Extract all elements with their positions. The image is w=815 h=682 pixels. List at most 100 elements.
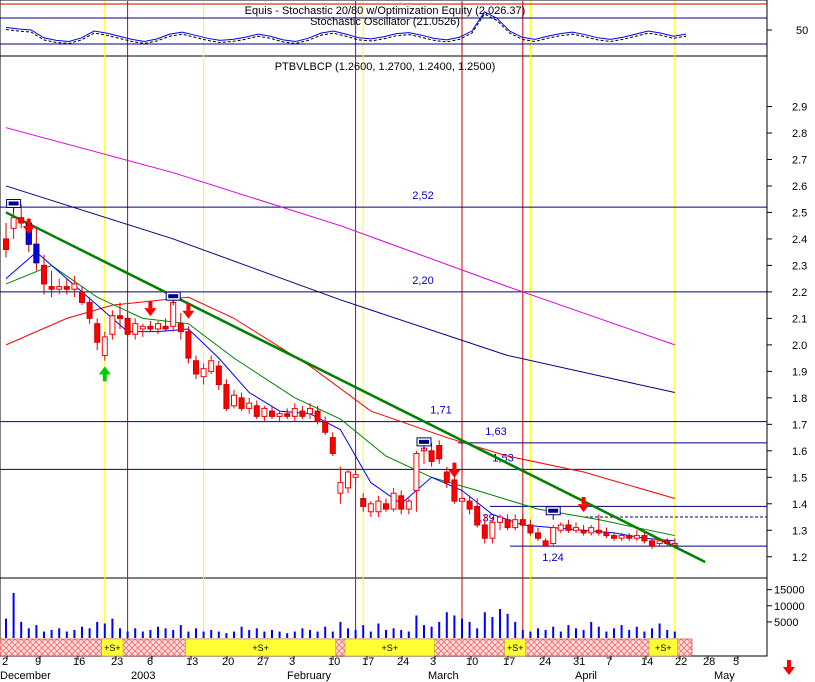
candle-body <box>41 264 47 285</box>
stochastic-title-line2: Stochastic Oscillator (21.0526) <box>310 16 460 28</box>
candle-body <box>557 524 564 531</box>
volume-bar <box>575 628 577 638</box>
volume-bar <box>544 629 547 638</box>
y-tick-label: 2.4 <box>792 234 807 246</box>
candle-body <box>223 384 230 409</box>
signal-band-label: +S+ <box>507 643 524 653</box>
volume-bar <box>582 629 585 638</box>
volume-bar <box>643 631 646 638</box>
volume-bar <box>499 609 501 638</box>
volume-bar <box>514 621 517 638</box>
volume-bar <box>635 626 638 638</box>
volume-bar <box>179 625 182 638</box>
volume-bar <box>27 628 30 638</box>
candle-body <box>413 452 420 492</box>
level-label: 1,63 <box>485 426 506 438</box>
y-tick-label: 2.8 <box>792 128 807 140</box>
volume-bar <box>423 625 425 638</box>
volume-bar <box>164 628 167 638</box>
volume-bar <box>96 621 99 638</box>
chart-canvas: 2,522,201,711,631,531,391,24 +S+ +S+ +S+ +S… <box>0 0 808 682</box>
candle-body <box>443 471 450 484</box>
candle-body <box>101 336 108 356</box>
volume-bar <box>20 621 23 638</box>
y-tick-label: 2.0 <box>792 340 807 352</box>
candle-body <box>641 535 648 542</box>
x-month-label: May <box>714 670 735 682</box>
volume-bar <box>453 615 456 638</box>
volume-bar <box>202 631 205 638</box>
candle-body <box>626 535 633 539</box>
candle-body <box>451 479 458 502</box>
x-month-label: April <box>575 670 597 682</box>
candle-body <box>352 474 359 478</box>
candle-body <box>147 325 154 330</box>
candle-body <box>109 315 116 335</box>
candle-body <box>170 301 177 327</box>
sell-arrow-shaft <box>186 303 191 311</box>
candle-body <box>671 543 678 546</box>
y-tick-label: 2.9 <box>792 101 807 113</box>
volume-bar <box>172 629 175 638</box>
y-tick-label: 1.8 <box>792 393 807 405</box>
candle-body <box>519 519 526 526</box>
x-day-label: 24 <box>397 656 409 668</box>
volume-bar <box>666 629 669 638</box>
candle-body <box>459 497 465 502</box>
buy-arrow-shaft <box>102 374 107 382</box>
volume-bar <box>377 623 380 638</box>
y-tick-label: 1.9 <box>792 366 807 378</box>
exit-marker-glyph <box>419 439 429 444</box>
volume-bar <box>673 631 676 638</box>
x-day-label: 13 <box>186 656 198 668</box>
x-day-label: 27 <box>257 656 269 668</box>
x-day-label: 2 <box>2 656 8 668</box>
volume-bar <box>35 625 38 638</box>
volume-bar <box>415 615 418 638</box>
candle-body <box>63 286 70 290</box>
volume-y-tick-label: 5000 <box>774 617 798 629</box>
level-label: 2,52 <box>412 190 433 202</box>
candle-body <box>428 450 435 462</box>
volume-bar <box>339 621 342 638</box>
x-month-label: 2003 <box>131 670 155 682</box>
volume-bar <box>65 631 68 638</box>
x-day-label: 28 <box>703 656 715 668</box>
x-day-label: 17 <box>362 656 374 668</box>
volume-y-tick-label: 10000 <box>774 601 805 613</box>
volume-bar <box>134 628 137 638</box>
volume-bar <box>385 629 387 638</box>
candle-body <box>633 535 640 539</box>
candle-body <box>329 437 336 454</box>
candle-body <box>527 524 534 534</box>
volume-bar <box>552 626 555 638</box>
candle-body <box>208 360 215 372</box>
candle-body <box>155 323 161 330</box>
volume-bar <box>271 629 273 638</box>
candle-body <box>253 405 260 417</box>
volume-bar <box>407 631 410 638</box>
candle-body <box>611 535 617 539</box>
corner-sell-arrow-icon <box>783 660 795 675</box>
candle-body <box>139 325 146 330</box>
candle-body <box>573 527 579 531</box>
candle-body-blue <box>33 243 40 264</box>
x-day-label: 20 <box>222 656 234 668</box>
y-tick-label: 1.3 <box>792 525 807 537</box>
candle-body <box>504 519 511 529</box>
candle-body <box>79 291 85 303</box>
y-tick-label: 2.6 <box>792 181 807 193</box>
candle-body <box>390 492 397 510</box>
signal-band-label: +S+ <box>655 643 672 653</box>
candle-body <box>580 529 587 534</box>
volume-bar <box>119 628 121 638</box>
candle-body <box>512 519 519 529</box>
volume-bar <box>210 629 213 638</box>
volume-bar <box>651 628 653 638</box>
y-tick-label: 2.1 <box>792 313 807 325</box>
volume-bar <box>620 625 623 638</box>
signal-band-label: +S+ <box>382 643 399 653</box>
volume-bar <box>233 631 235 638</box>
candle-body <box>94 323 101 343</box>
volume-bar <box>248 629 251 638</box>
